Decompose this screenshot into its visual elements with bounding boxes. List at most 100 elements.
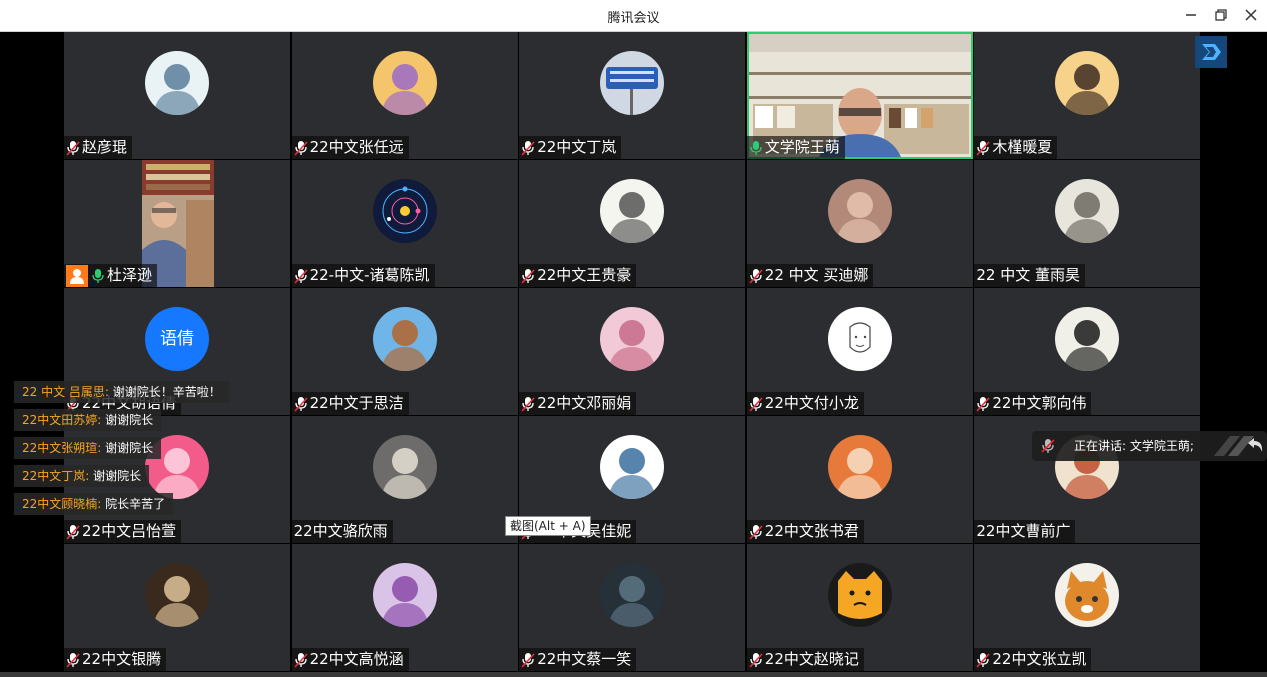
chat-message: 22中文顾晓楠: 院长辛苦了 [14,493,174,515]
participant-tile[interactable]: 文学院王萌 [746,32,973,159]
window-title: 腾讯会议 [607,11,660,26]
participant-name: 22中文曹前广 [976,522,1071,540]
participant-tile[interactable]: 赵彦琨 [64,32,290,159]
participant-tile[interactable]: 22-中文-诸葛陈凯 [291,160,518,287]
avatar [1055,563,1120,627]
participant-nameplate: 22中文赵晓记 [746,648,864,671]
participant-nameplate: 22中文张书君 [746,520,864,543]
mic-icon [92,268,104,283]
mic-muted-icon [66,652,80,668]
mic-muted-icon [749,652,763,668]
participant-name: 22中文张立凯 [992,650,1087,668]
participant-nameplate: 22中文张立凯 [974,648,1092,671]
participant-nameplate: 22中文银腾 [64,648,167,671]
participant-name: 22中文于思洁 [309,394,404,412]
participant-nameplate: 22中文丁岚 [519,136,622,159]
mic-muted-icon [976,396,990,412]
mic-muted-icon [521,140,535,156]
participant-tile[interactable]: 22中文银腾 [64,544,290,671]
mic-muted-icon [521,652,535,668]
participant-tile[interactable]: 22中文赵晓记 [746,544,973,671]
participant-tile[interactable]: 22中文付小龙 [746,288,973,415]
participant-tile[interactable]: 22中文张立凯 [974,544,1201,671]
participant-tile[interactable]: 杜泽逊 [64,160,290,287]
participant-nameplate: 22中文蔡一笑 [519,648,637,671]
participant-nameplate: 22 中文 买迪娜 [746,264,874,287]
participant-name: 22中文丁岚 [537,138,617,156]
participant-tile[interactable]: 22中文邓丽娟 [519,288,746,415]
participant-name: 22中文骆欣雨 [293,522,388,540]
chat-message: 22中文丁岚: 谢谢院长 [14,465,150,487]
participant-name: 木槿暖夏 [992,138,1053,156]
collapse-panel-icon[interactable] [1214,434,1264,458]
participant-nameplate: 22中文骆欣雨 [291,520,393,543]
speaking-text: 正在讲话: 文学院王萌; [1074,439,1194,453]
participant-name: 22中文王贵豪 [537,266,632,284]
avatar [827,179,892,243]
chat-text: 谢谢院长 [105,413,154,427]
participant-tile[interactable]: 22中文张任远 [291,32,518,159]
participant-tile[interactable]: 22 中文 买迪娜 [746,160,973,287]
tencent-meeting-logo-icon[interactable] [1195,36,1227,68]
participant-nameplate: 杜泽逊 [64,264,158,287]
participant-name: 赵彦琨 [82,138,128,156]
mic-muted-icon [294,396,308,412]
participant-tile[interactable]: 22中文王贵豪 [519,160,746,287]
avatar [827,435,892,499]
participant-tile[interactable]: 22中文高悦涵 [291,544,518,671]
avatar [827,563,892,627]
participant-name: 22 中文 董雨昊 [976,266,1081,284]
avatar [827,307,892,371]
mic-muted-icon [976,140,990,156]
participant-tile[interactable]: 22 中文 董雨昊 [974,160,1201,287]
mic-muted-icon [1041,439,1055,453]
close-icon[interactable] [1240,4,1262,26]
participant-name: 22中文张任远 [309,138,404,156]
participant-name: 22中文蔡一笑 [537,650,632,668]
chat-sender: 22中文张朔瑄: [22,441,102,455]
participant-nameplate: 22中文曹前广 [974,520,1076,543]
participant-name: 22中文邓丽娟 [537,394,632,412]
participant-name: 22 中文 买迪娜 [764,266,869,284]
avatar [372,51,437,115]
avatar [145,563,209,627]
restore-icon[interactable] [1210,4,1232,26]
participant-tile[interactable]: 木槿暖夏 [974,32,1201,159]
participant-grid: 赵彦琨 22中文张任远 22中文丁岚 文学院王萌 木槿暖夏杜泽逊 22-中文-诸葛陈凯 22… [64,32,1202,672]
avatar [600,307,665,371]
avatar-initials: 语倩 [160,329,194,349]
minimize-icon[interactable] [1180,4,1202,26]
mic-muted-icon [521,268,535,284]
participant-name: 22中文吕怡萱 [82,522,177,540]
chat-text: 谢谢院长！辛苦啦！ [112,385,221,399]
avatar [372,307,437,371]
chat-sender: 22中文丁岚: [22,469,90,483]
participant-nameplate: 赵彦琨 [64,136,133,159]
chat-text: 谢谢院长 [93,469,142,483]
participant-tile[interactable]: 22中文于思洁 [291,288,518,415]
mic-muted-icon [976,652,990,668]
participant-tile[interactable]: 22中文丁岚 [519,32,746,159]
chat-text: 谢谢院长 [105,441,154,455]
avatar [600,179,665,243]
avatar [372,435,437,499]
title-bar: 腾讯会议 [0,0,1267,32]
avatar [1055,179,1120,243]
chat-message: 22 中文 吕属思: 谢谢院长！辛苦啦！ [14,381,229,403]
participant-nameplate: 22中文吕怡萱 [64,520,182,543]
avatar [372,179,437,243]
participant-tile[interactable]: 22中文张书君 [746,416,973,543]
participant-nameplate: 22中文高悦涵 [291,648,409,671]
avatar [1055,51,1120,115]
participant-tile[interactable]: 22中文骆欣雨 [291,416,518,543]
participant-name: 杜泽逊 [107,266,153,284]
avatar [145,51,209,115]
participant-name: 22中文郭向伟 [992,394,1087,412]
mic-icon [750,140,762,155]
participant-tile[interactable]: 22中文蔡一笑 [519,544,746,671]
chat-sender: 22 中文 吕属思: [22,385,109,399]
participant-name: 22中文高悦涵 [309,650,404,668]
speaking-indicator[interactable]: 正在讲话: 文学院王萌; [1032,431,1267,461]
participant-tile[interactable]: 22中文郭向伟 [974,288,1201,415]
participant-name: 22中文银腾 [82,650,162,668]
